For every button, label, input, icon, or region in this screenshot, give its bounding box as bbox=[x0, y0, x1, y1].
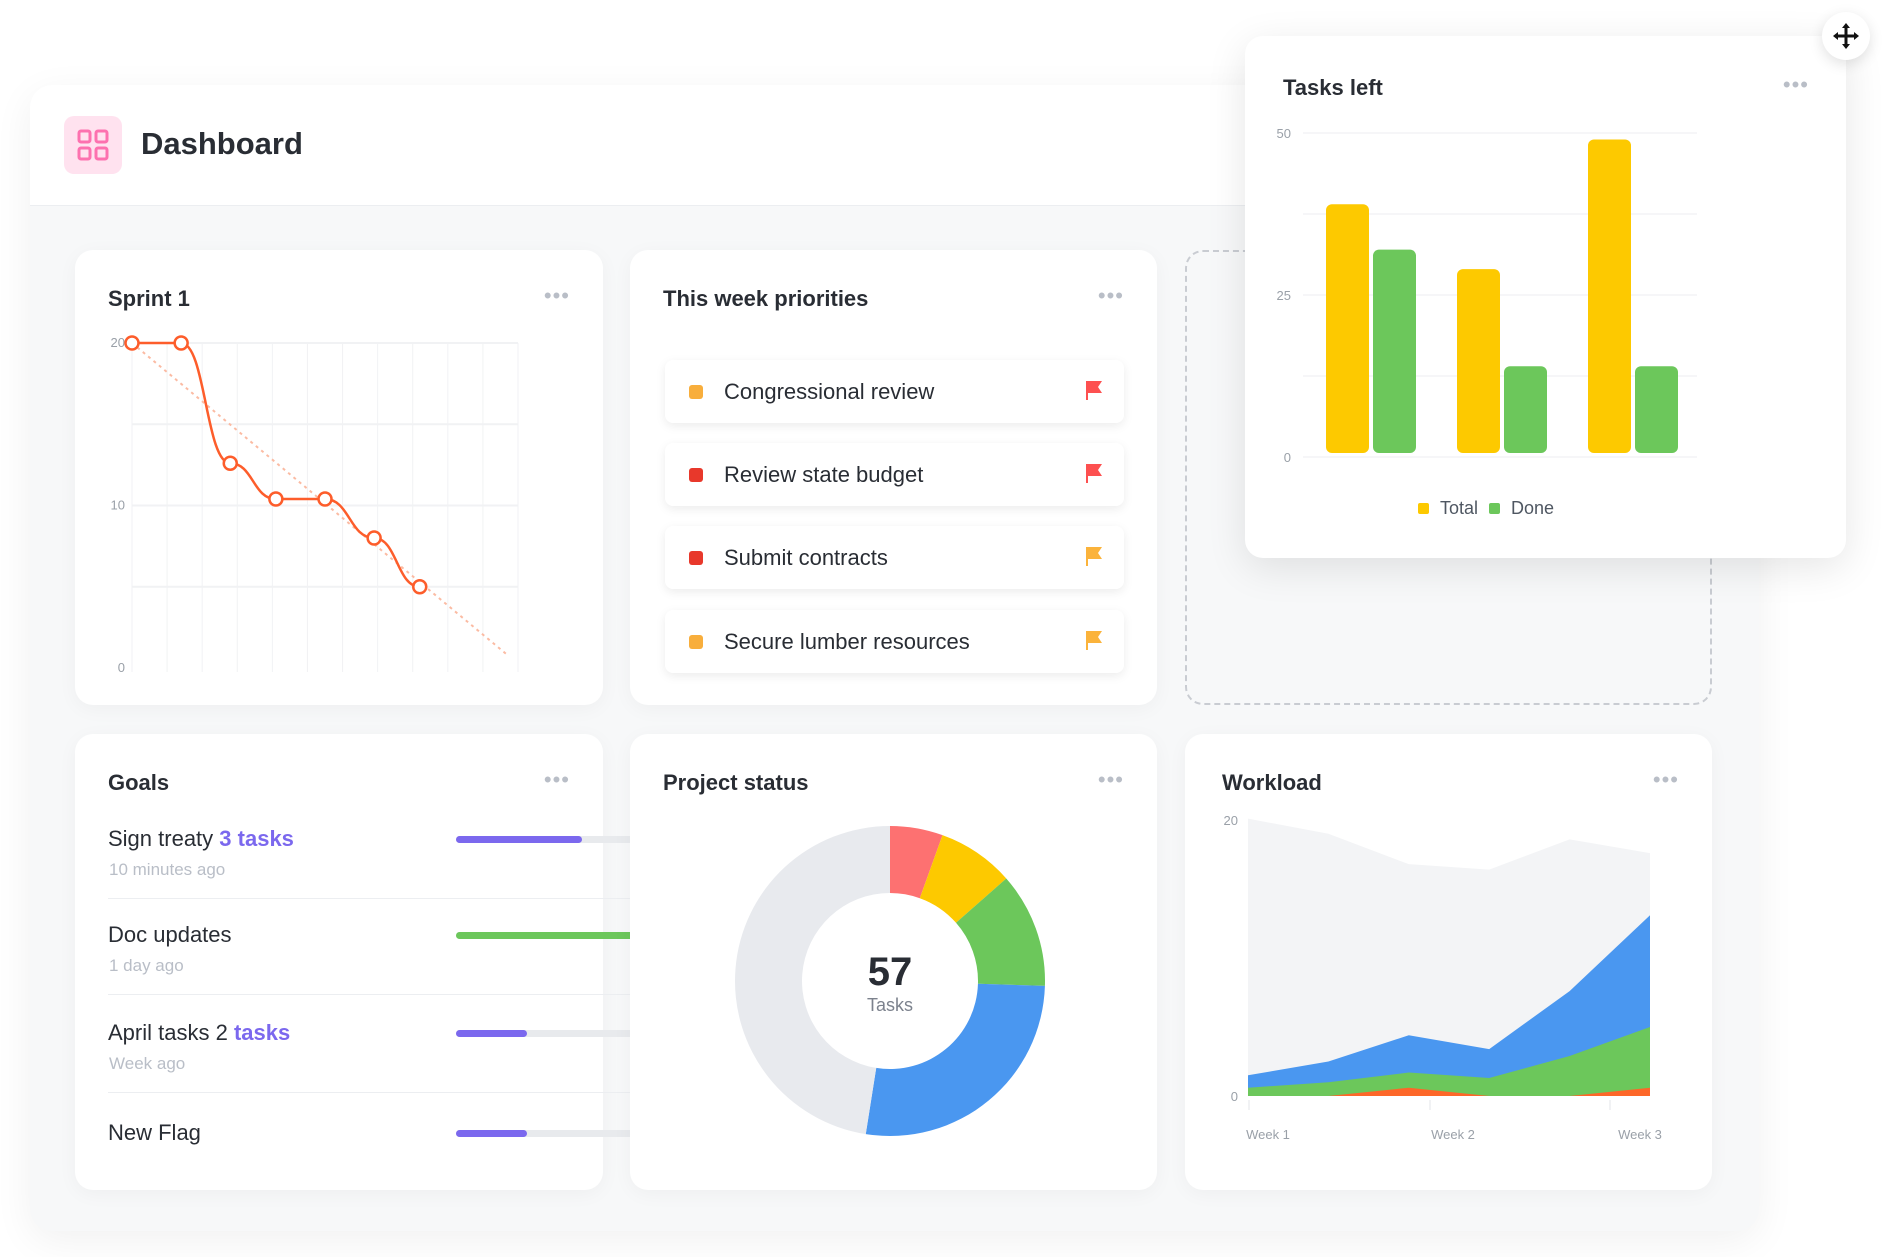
priority-item[interactable]: Secure lumber resources bbox=[665, 610, 1124, 673]
priority-label: Secure lumber resources bbox=[724, 629, 970, 654]
more-menu-icon[interactable]: ••• bbox=[1098, 767, 1124, 793]
card-title: This week priorities bbox=[663, 286, 869, 311]
flag-icon[interactable] bbox=[1084, 629, 1104, 656]
priority-label: Congressional review bbox=[724, 379, 935, 404]
goal-label: Sign treaty 3 tasks bbox=[108, 826, 294, 852]
flag-icon[interactable] bbox=[1084, 545, 1104, 572]
move-arrows-icon[interactable] bbox=[1822, 12, 1870, 60]
more-menu-icon[interactable]: ••• bbox=[1783, 72, 1809, 98]
goal-name: New Flag bbox=[108, 1120, 201, 1145]
goal-progress-bar bbox=[456, 836, 644, 843]
card-title: Sprint 1 bbox=[108, 286, 190, 311]
goal-label: Doc updates bbox=[108, 922, 232, 948]
priority-label: Submit contracts bbox=[724, 545, 888, 570]
status-dot bbox=[689, 551, 703, 565]
more-menu-icon[interactable]: ••• bbox=[544, 767, 570, 793]
more-menu-icon[interactable]: ••• bbox=[544, 283, 570, 309]
goal-time: 10 minutes ago bbox=[109, 860, 226, 879]
goal-progress-fill bbox=[456, 932, 644, 939]
flag-icon[interactable] bbox=[1084, 462, 1104, 489]
goal-time: Week ago bbox=[109, 1054, 186, 1073]
workload-card: Workload ••• bbox=[1185, 734, 1712, 1190]
status-dot bbox=[689, 635, 703, 649]
goal-tasks-link[interactable]: 3 tasks bbox=[219, 826, 294, 851]
flag-icon[interactable] bbox=[1084, 379, 1104, 406]
dashboard-grid-icon bbox=[64, 116, 122, 174]
goal-name: April tasks 2 bbox=[108, 1020, 228, 1045]
goal-progress-bar bbox=[456, 1030, 644, 1037]
divider bbox=[108, 994, 644, 995]
goal-label: New Flag bbox=[108, 1120, 201, 1146]
card-title: Goals bbox=[108, 770, 170, 795]
goal-progress-fill bbox=[456, 1030, 528, 1037]
goal-name: Sign treaty bbox=[108, 826, 214, 851]
card-title: Workload bbox=[1222, 770, 1322, 795]
donut-total: 57 bbox=[867, 950, 913, 994]
more-menu-icon[interactable]: ••• bbox=[1653, 767, 1679, 793]
priority-label: Review state budget bbox=[724, 462, 924, 487]
more-menu-icon[interactable]: ••• bbox=[1098, 283, 1124, 309]
priority-item[interactable]: Submit contracts bbox=[665, 526, 1124, 589]
divider bbox=[108, 898, 644, 899]
tasks-left-card[interactable]: Tasks left ••• bbox=[1245, 36, 1846, 558]
goal-progress-bar bbox=[456, 932, 644, 939]
donut-total-label: Tasks bbox=[866, 995, 913, 1015]
goal-tasks-link[interactable]: tasks bbox=[234, 1020, 290, 1045]
goal-progress-bar bbox=[456, 1130, 644, 1137]
priority-item[interactable]: Review state budget bbox=[665, 443, 1124, 506]
goal-label: April tasks 2 tasks bbox=[108, 1020, 290, 1046]
priority-item[interactable]: Congressional review bbox=[665, 360, 1124, 423]
goal-progress-fill bbox=[456, 1130, 528, 1137]
card-title: Tasks left bbox=[1283, 75, 1383, 100]
priorities-card: This week priorities ••• Congressional r… bbox=[630, 250, 1157, 705]
sprint-card: Sprint 1 ••• bbox=[75, 250, 603, 705]
goal-time: 1 day ago bbox=[109, 956, 184, 975]
status-dot bbox=[689, 468, 703, 482]
goal-progress-fill bbox=[456, 836, 582, 843]
divider bbox=[108, 1092, 644, 1093]
card-title: Project status bbox=[663, 770, 809, 795]
goals-card: Goals ••• Sign treaty 3 tasks 10 minutes… bbox=[75, 734, 644, 1190]
page-title: Dashboard bbox=[141, 126, 303, 161]
status-dot bbox=[689, 385, 703, 399]
goal-name: Doc updates bbox=[108, 922, 232, 947]
